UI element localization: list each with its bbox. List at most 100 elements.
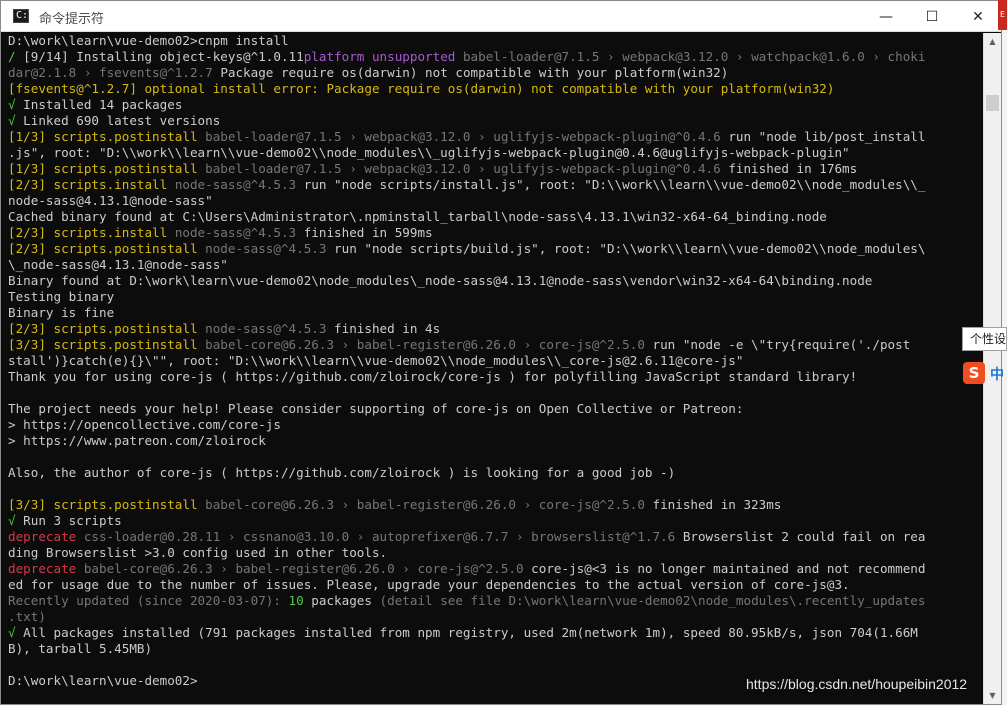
console-text-segment: babel-loader@7.1.5 › webpack@3.12.0 › ug…: [205, 129, 729, 144]
console-line: The project needs your help! Please cons…: [8, 401, 983, 417]
console-line: stall')}catch(e){}\"", root: "D:\\work\\…: [8, 353, 983, 369]
console-text-segment: babel-core@6.26.3 › babel-register@6.26.…: [205, 497, 653, 512]
console-line: √ All packages installed (791 packages i…: [8, 625, 983, 641]
sogou-ime-icon[interactable]: S: [963, 362, 985, 384]
ime-mode-indicator[interactable]: 中: [990, 364, 1004, 384]
console-text-segment: > https://opencollective.com/core-js: [8, 417, 281, 432]
console-line: .js", root: "D:\\work\\learn\\vue-demo02…: [8, 145, 983, 161]
console-line: [1/3] scripts.postinstall babel-loader@7…: [8, 129, 983, 145]
console-text-segment: √: [8, 113, 24, 128]
minimize-button[interactable]: —: [863, 1, 909, 32]
console-text-segment: css-loader@0.28.11 › cssnano@3.10.0 › au…: [83, 529, 683, 544]
console-text-segment: run "node scripts/build.js", root: "D:\\…: [334, 241, 926, 256]
console-line: √ Run 3 scripts: [8, 513, 983, 529]
console-text-segment: ed for usage due to the number of issues…: [8, 577, 850, 592]
console-line: Recently updated (since 2020-03-07): 10 …: [8, 593, 983, 609]
watermark: https://blog.csdn.net/houpeibin2012: [746, 676, 968, 692]
console-text-segment: [fsevents@^1.2.7] optional install error…: [8, 81, 835, 96]
console-text-segment: node-sass@4.13.1@node-sass": [8, 193, 213, 208]
scroll-up-arrow-icon[interactable]: ▲: [984, 33, 1001, 50]
console-text-segment: Also, the author of core-js ( https://gi…: [8, 465, 676, 480]
console-text-segment: √: [8, 513, 24, 528]
console-text-segment: .txt): [8, 609, 46, 624]
console-text-segment: √: [8, 625, 24, 640]
minimize-icon: —: [879, 8, 893, 25]
console-text-segment: run "node lib/post_install: [728, 129, 926, 144]
console-text-segment: Package require os(darwin) not compatibl…: [220, 65, 729, 80]
console-line: [3/3] scripts.postinstall babel-core@6.2…: [8, 337, 983, 353]
console-line: [2/3] scripts.postinstall node-sass@^4.5…: [8, 321, 983, 337]
console-text-segment: node-sass@^4.5.3: [174, 177, 304, 192]
console-text-segment: node-sass@^4.5.3: [205, 241, 335, 256]
console-text-segment: platform unsupported: [303, 49, 463, 64]
console-line: ding Browserslist >3.0 config used in ot…: [8, 545, 983, 561]
console-text-segment: node-sass@^4.5.3: [205, 321, 335, 336]
console-text-segment: babel-core@6.26.3 › babel-register@6.26.…: [205, 337, 653, 352]
console-line: [1/3] scripts.postinstall babel-loader@7…: [8, 161, 983, 177]
window-title: 命令提示符: [39, 12, 105, 27]
background-window-edge: [1002, 0, 1007, 705]
console-line: deprecate babel-core@6.26.3 › babel-regi…: [8, 561, 983, 577]
console-text-segment: /: [8, 49, 24, 64]
console-text-segment: stall')}catch(e){}\"", root: "D:\\work\\…: [8, 353, 744, 368]
maximize-button[interactable]: ☐: [909, 1, 955, 32]
console-text-segment: Run 3 scripts: [23, 513, 122, 528]
console-line: dar@2.1.8 › fsevents@^1.2.7 Package requ…: [8, 65, 983, 81]
console-text-segment: [3/3] scripts.postinstall: [8, 497, 206, 512]
console-text-segment: 10: [288, 593, 312, 608]
close-button[interactable]: ✕: [955, 1, 1001, 32]
console-text-segment: node-sass@^4.5.3: [174, 225, 304, 240]
console-line: .txt): [8, 609, 983, 625]
console-line: [2/3] scripts.postinstall node-sass@^4.5…: [8, 241, 983, 257]
cmd-icon: C:\: [13, 9, 34, 23]
console-text-segment: Cached binary found at C:\Users\Administ…: [8, 209, 827, 224]
console-line: √ Linked 690 latest versions: [8, 113, 983, 129]
console-text-segment: Installed 14 packages: [23, 97, 183, 112]
console-text-segment: Thank you for using core-js ( https://gi…: [8, 369, 858, 384]
console-text-segment: > https://www.patreon.com/zloirock: [8, 433, 266, 448]
console-line: B), tarball 5.45MB): [8, 641, 983, 657]
scroll-down-arrow-icon[interactable]: ▼: [984, 687, 1001, 704]
background-app-badge: E: [998, 0, 1007, 30]
console-line: deprecate css-loader@0.28.11 › cssnano@3…: [8, 529, 983, 545]
console-line: / [9/14] Installing object-keys@^1.0.11p…: [8, 49, 983, 65]
ime-tooltip: 个性设: [962, 327, 1007, 351]
close-icon: ✕: [972, 8, 984, 25]
console-line: Cached binary found at C:\Users\Administ…: [8, 209, 983, 225]
command-prompt-window: C:\ 命令提示符 — ☐ ✕ D:\work\learn\vue-demo02…: [0, 0, 1002, 705]
scroll-thumb[interactable]: [986, 95, 999, 111]
maximize-icon: ☐: [925, 8, 939, 25]
console-line: > https://www.patreon.com/zloirock: [8, 433, 983, 449]
title-bar[interactable]: C:\ 命令提示符 — ☐ ✕: [1, 1, 1001, 32]
console-text-segment: finished in 4s: [334, 321, 441, 336]
console-text-segment: ding Browserslist >3.0 config used in ot…: [8, 545, 388, 560]
console-line: [fsevents@^1.2.7] optional install error…: [8, 81, 983, 97]
console-text-segment: [2/3] scripts.install: [8, 177, 175, 192]
console-line: [3/3] scripts.postinstall babel-core@6.2…: [8, 497, 983, 513]
console-text-segment: Linked 690 latest versions: [23, 113, 221, 128]
console-text-segment: All packages installed (791 packages ins…: [23, 625, 918, 640]
console-text-segment: [1/3] scripts.postinstall: [8, 129, 206, 144]
console-line: Thank you for using core-js ( https://gi…: [8, 369, 983, 385]
console-text-segment: \_node-sass@4.13.1@node-sass": [8, 257, 228, 272]
console-line: √ Installed 14 packages: [8, 97, 983, 113]
console-text-segment: babel-loader@7.1.5 › webpack@3.12.0 › ug…: [205, 161, 729, 176]
console-line: Binary is fine: [8, 305, 983, 321]
console-line: D:\work\learn\vue-demo02>cnpm install: [8, 33, 983, 49]
console-text-segment: √: [8, 97, 24, 112]
console-text-segment: babel-core@6.26.3 › babel-register@6.26.…: [83, 561, 532, 576]
console-text-segment: [2/3] scripts.postinstall: [8, 241, 206, 256]
console-line: ed for usage due to the number of issues…: [8, 577, 983, 593]
console-line: \_node-sass@4.13.1@node-sass": [8, 257, 983, 273]
console-text-segment: [1/3] scripts.postinstall: [8, 161, 206, 176]
console-text-segment: .js", root: "D:\\work\\learn\\vue-demo02…: [8, 145, 850, 160]
console-output[interactable]: D:\work\learn\vue-demo02>cnpm install / […: [8, 33, 983, 701]
console-line: [2/3] scripts.install node-sass@^4.5.3 f…: [8, 225, 983, 241]
console-text-segment: [9/14] Installing object-keys@^1.0.11: [23, 49, 304, 64]
console-text-segment: The project needs your help! Please cons…: [8, 401, 744, 416]
console-line: Testing binary: [8, 289, 983, 305]
console-text-segment: finished in 599ms: [303, 225, 433, 240]
console-line: > https://opencollective.com/core-js: [8, 417, 983, 433]
console-text-segment: Testing binary: [8, 289, 115, 304]
